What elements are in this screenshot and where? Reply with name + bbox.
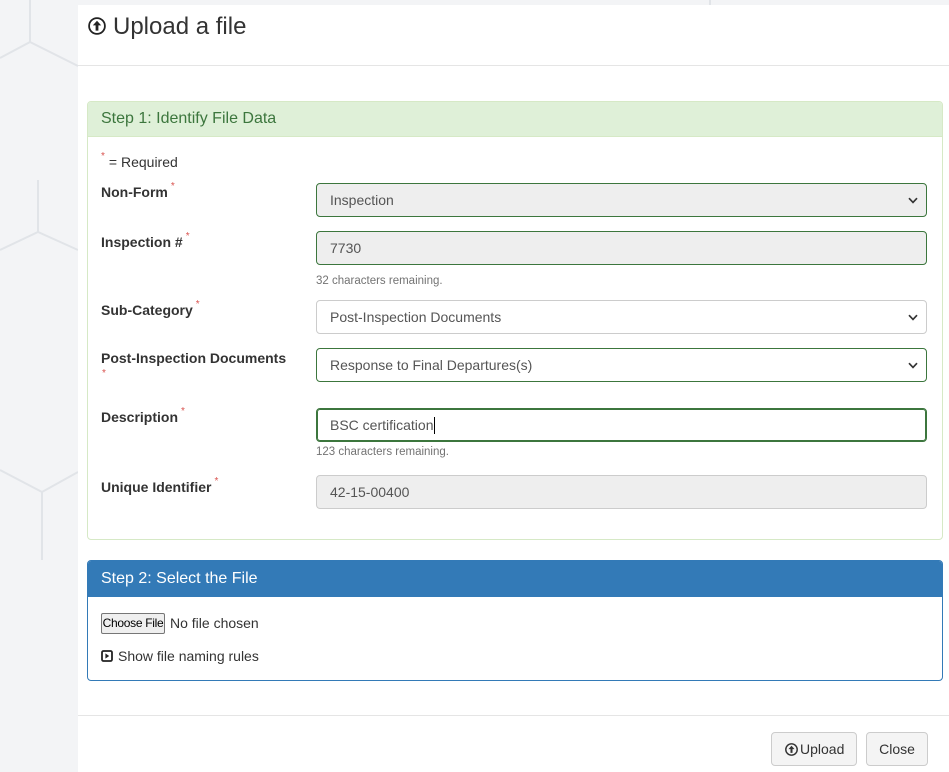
post-inspection-documents-label: Post-Inspection Documents *: [101, 348, 286, 380]
chevron-down-icon: [908, 362, 918, 369]
description-label-text: Description: [101, 409, 179, 425]
unique-identifier-input[interactable]: 42-15-00400: [316, 475, 927, 509]
file-status-text: No file chosen: [170, 615, 259, 631]
chevron-down-icon: [908, 314, 918, 321]
chevron-down-icon: [908, 197, 918, 204]
inspection-number-help: 32 characters remaining.: [316, 275, 443, 287]
modal-footer: Upload Close: [78, 715, 949, 772]
sub-category-select[interactable]: Post-Inspection Documents: [316, 300, 927, 334]
non-form-label-text: Non-Form: [101, 184, 168, 200]
circle-arrow-up-icon: [88, 17, 106, 35]
unique-identifier-value: 42-15-00400: [330, 484, 410, 500]
description-value: BSC certification: [330, 417, 434, 433]
required-asterisk: *: [214, 476, 219, 487]
show-naming-rules-label: Show file naming rules: [118, 648, 259, 664]
required-asterisk: *: [170, 181, 175, 192]
choose-file-button[interactable]: Choose File: [101, 613, 165, 634]
required-note: = Required: [108, 154, 178, 170]
close-button[interactable]: Close: [866, 732, 928, 766]
sub-category-label-text: Sub-Category: [101, 302, 193, 318]
unique-identifier-label: Unique Identifier *: [101, 477, 218, 497]
upload-button-label: Upload: [800, 741, 845, 757]
upload-file-modal: Upload a file Step 1: Identify File Data…: [78, 5, 949, 772]
step1-heading: Step 1: Identify File Data: [88, 102, 942, 137]
inspection-number-input[interactable]: 7730: [316, 231, 927, 265]
show-naming-rules-toggle[interactable]: Show file naming rules: [101, 646, 271, 666]
non-form-select[interactable]: Inspection: [316, 183, 927, 217]
expand-icon: [101, 650, 113, 662]
text-cursor: [434, 417, 436, 434]
post-inspection-documents-select[interactable]: Response to Final Departures(s): [316, 348, 927, 382]
required-asterisk: *: [185, 231, 190, 242]
circle-arrow-up-icon: [785, 743, 798, 756]
non-form-select-value: Inspection: [330, 192, 394, 208]
inspection-number-value: 7730: [330, 240, 362, 256]
step2-heading: Step 2: Select the File: [88, 561, 942, 597]
required-asterisk: *: [181, 406, 185, 417]
modal-header: Upload a file: [78, 5, 949, 66]
step2-panel: Step 2: Select the File Choose File No f…: [87, 560, 943, 681]
close-button-label: Close: [879, 741, 915, 757]
unique-identifier-label-text: Unique Identifier: [101, 479, 212, 495]
description-label: Description *: [101, 407, 185, 427]
post-inspection-documents-select-value: Response to Final Departures(s): [330, 357, 533, 373]
inspection-number-label: Inspection # *: [101, 232, 190, 252]
required-legend: * = Required: [101, 152, 178, 172]
required-asterisk: *: [101, 151, 105, 162]
step1-panel: Step 1: Identify File Data * = Required N…: [87, 101, 943, 540]
upload-button[interactable]: Upload: [771, 732, 857, 766]
sub-category-label: Sub-Category *: [101, 300, 200, 320]
required-asterisk: *: [195, 299, 200, 310]
inspection-number-label-text: Inspection #: [101, 234, 183, 250]
sub-category-select-value: Post-Inspection Documents: [330, 309, 502, 325]
description-help: 123 characters remaining.: [316, 446, 449, 458]
non-form-label: Non-Form *: [101, 182, 175, 202]
required-asterisk: *: [102, 368, 106, 379]
modal-title: Upload a file: [113, 13, 247, 40]
post-inspection-documents-label-text: Post-Inspection Documents: [101, 350, 287, 366]
description-input[interactable]: BSC certification: [316, 408, 927, 442]
